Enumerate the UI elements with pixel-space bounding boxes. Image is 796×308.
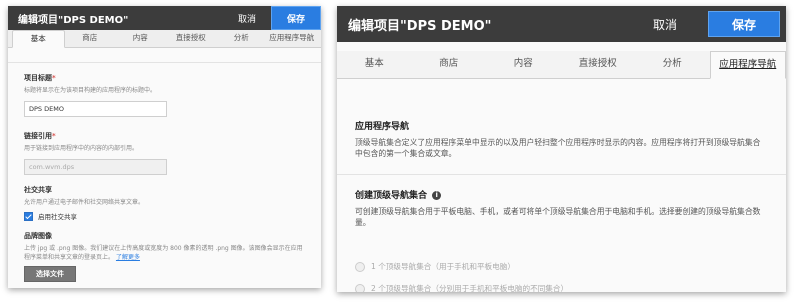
brand-image-hint-text: 上传 jpg 或 .png 图像。我们建议在上传高度或宽度为 800 像素的透明… (24, 245, 303, 261)
divider (337, 174, 786, 175)
social-sharing-option[interactable]: 启用社交共享 (24, 211, 305, 221)
panel-header: 编辑项目"DPS DEMO" 取消 保存 (337, 6, 786, 42)
divider (8, 62, 321, 63)
section-description: 顶级导航集合定义了应用程序菜单中显示的以及用户轻扫整个应用程序时显示的内容。应用… (355, 138, 761, 158)
tab-content[interactable]: 内容 (115, 30, 166, 47)
tab-basic[interactable]: 基本 (337, 51, 412, 78)
tab-direct-entitlement[interactable]: 直接授权 (166, 30, 217, 47)
project-title-hint: 标题将显示在为该项目构建的应用程序的标题中。 (24, 87, 157, 94)
brand-image-label: 品牌图像 (24, 232, 52, 240)
brand-image-hint: 上传 jpg 或 .png 图像。我们建议在上传高度或宽度为 800 像素的透明… (24, 244, 305, 262)
social-sharing-hint: 允许用户通过电子邮件和社交网络共享文章。 (24, 199, 145, 206)
tab-content[interactable]: 内容 (486, 51, 561, 78)
radio-label: 2 个顶级导航集合（分别用于手机和平板电脑的不同集合） (371, 284, 569, 292)
info-icon[interactable]: i (432, 191, 442, 200)
tab-analytics[interactable]: 分析 (635, 51, 710, 78)
choose-file-button[interactable]: 选择文件 (24, 266, 76, 282)
link-reference-label-text: 链接引用 (24, 132, 52, 140)
radio-label: 1 个顶级导航集合（用于手机和平板电脑） (371, 262, 515, 271)
required-marker: * (52, 74, 56, 82)
cancel-button[interactable]: 取消 (223, 12, 271, 25)
basic-form: 项目标题* 标题将显示在为该项目构建的应用程序的标题中。 DPS DEMO 链接… (8, 48, 321, 282)
social-sharing-label: 社交共享 (24, 186, 52, 194)
radio-option-two-collections: 2 个顶级导航集合（分别用于手机和平板电脑的不同集合） (355, 283, 786, 292)
tab-app-navigation[interactable]: 应用程序导航 (709, 51, 786, 79)
app-navigation-settings: 应用程序导航 顶级导航集合定义了应用程序菜单中显示的以及用户轻扫整个应用程序时显… (337, 79, 786, 292)
learn-more-link[interactable]: 了解更多 (116, 254, 140, 261)
project-title-input[interactable]: DPS DEMO (24, 101, 167, 117)
radio-option-one-collection: 1 个顶级导航集合（用于手机和平板电脑） (355, 261, 786, 272)
app-navigation-section: 应用程序导航 顶级导航集合定义了应用程序菜单中显示的以及用户轻扫整个应用程序时显… (355, 79, 786, 159)
save-button[interactable]: 保存 (271, 6, 321, 30)
create-collection-section: 创建顶级导航集合 i 可创建顶级导航集合用于平板电脑、手机，或者可将单个顶级导航… (355, 188, 786, 292)
social-sharing-checkbox[interactable] (24, 211, 33, 221)
section-title-text: 创建顶级导航集合 (355, 191, 428, 201)
section-title: 应用程序导航 (355, 122, 410, 132)
tab-app-navigation[interactable]: 应用程序导航 (267, 30, 318, 47)
required-marker: * (52, 132, 56, 140)
section-description: 可创建顶级导航集合用于平板电脑、手机，或者可将单个顶级导航集合用于电脑和手机。选… (355, 207, 761, 227)
project-title-label-text: 项目标题 (24, 74, 52, 82)
tab-bar: 基本 商店 内容 直接授权 分析 应用程序导航 (337, 51, 786, 79)
link-reference-input: com.wvm.dps (24, 159, 167, 175)
radio-button (355, 261, 365, 272)
save-button[interactable]: 保存 (708, 11, 780, 37)
panel-title: 编辑项目"DPS DEMO" (18, 14, 129, 26)
tab-store[interactable]: 商店 (412, 51, 487, 78)
cancel-button[interactable]: 取消 (622, 6, 708, 42)
edit-project-panel-small: 编辑项目"DPS DEMO" 取消 保存 基本 商店 内容 直接授权 分析 应用… (8, 6, 321, 288)
link-reference-label: 链接引用* (24, 131, 305, 141)
link-reference-hint: 用于链接到应用程序中的内容的内部引用。 (24, 145, 139, 152)
panel-title: 编辑项目"DPS DEMO" (348, 18, 492, 34)
section-title: 创建顶级导航集合 i (355, 188, 786, 201)
social-sharing-check-label: 启用社交共享 (38, 213, 77, 221)
panel-header: 编辑项目"DPS DEMO" 取消 保存 (8, 6, 321, 30)
tab-bar: 基本 商店 内容 直接授权 分析 应用程序导航 (8, 30, 321, 48)
tab-analytics[interactable]: 分析 (216, 30, 267, 47)
tab-store[interactable]: 商店 (65, 30, 116, 47)
radio-button (355, 283, 365, 292)
tab-direct-entitlement[interactable]: 直接授权 (561, 51, 636, 78)
tab-basic[interactable]: 基本 (12, 30, 65, 48)
project-title-label: 项目标题* (24, 73, 305, 83)
edit-project-panel-large: 编辑项目"DPS DEMO" 取消 保存 基本 商店 内容 直接授权 分析 应用… (337, 6, 786, 292)
